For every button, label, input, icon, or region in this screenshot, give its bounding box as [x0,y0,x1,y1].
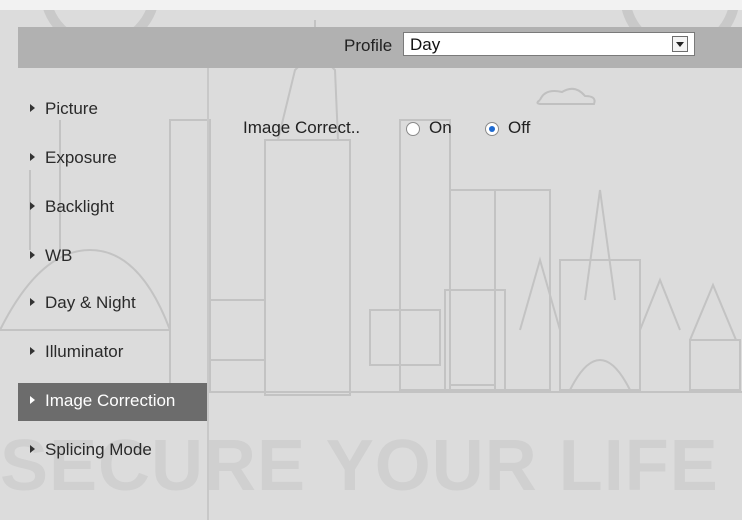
sidebar-item-illuminator[interactable]: Illuminator [18,334,207,372]
chevron-down-icon[interactable] [672,36,688,52]
image-correction-label: Image Correct.. [243,118,361,137]
radio-off-label[interactable]: Off [508,118,530,138]
caret-right-icon [30,396,35,404]
sidebar-item-label: WB [45,246,73,265]
sidebar-item-label: Exposure [45,148,117,167]
sidebar-item-wb[interactable]: WB [18,238,207,276]
sidebar-item-image-correction[interactable]: Image Correction [18,383,207,421]
sidebar-item-label: Backlight [45,197,114,216]
caret-right-icon [30,347,35,355]
profile-select[interactable]: Day [403,32,695,56]
profile-label: Profile [344,36,393,55]
caret-right-icon [30,445,35,453]
caret-right-icon [30,202,35,210]
sidebar-item-splicing-mode[interactable]: Splicing Mode [18,432,207,470]
top-strip [0,0,742,10]
sidebar-item-backlight[interactable]: Backlight [18,189,207,227]
sidebar-item-exposure[interactable]: Exposure [18,140,207,178]
radio-on-label[interactable]: On [429,118,452,138]
sidebar-item-label: Splicing Mode [45,440,152,459]
caret-right-icon [30,251,35,259]
sidebar-divider [207,68,209,520]
caret-right-icon [30,298,35,306]
profile-select-value: Day [410,35,441,54]
caret-right-icon [30,104,35,112]
sidebar-item-picture[interactable]: Picture [18,91,207,129]
sidebar-item-label: Illuminator [45,342,124,361]
radio-off[interactable] [485,122,499,136]
caret-right-icon [30,153,35,161]
sidebar-item-label: Picture [45,99,98,118]
sidebar-item-label: Day & Night [45,293,136,312]
sidebar-item-day-night[interactable]: Day & Night [18,285,207,323]
radio-on[interactable] [406,122,420,136]
sidebar-item-label: Image Correction [45,391,176,410]
